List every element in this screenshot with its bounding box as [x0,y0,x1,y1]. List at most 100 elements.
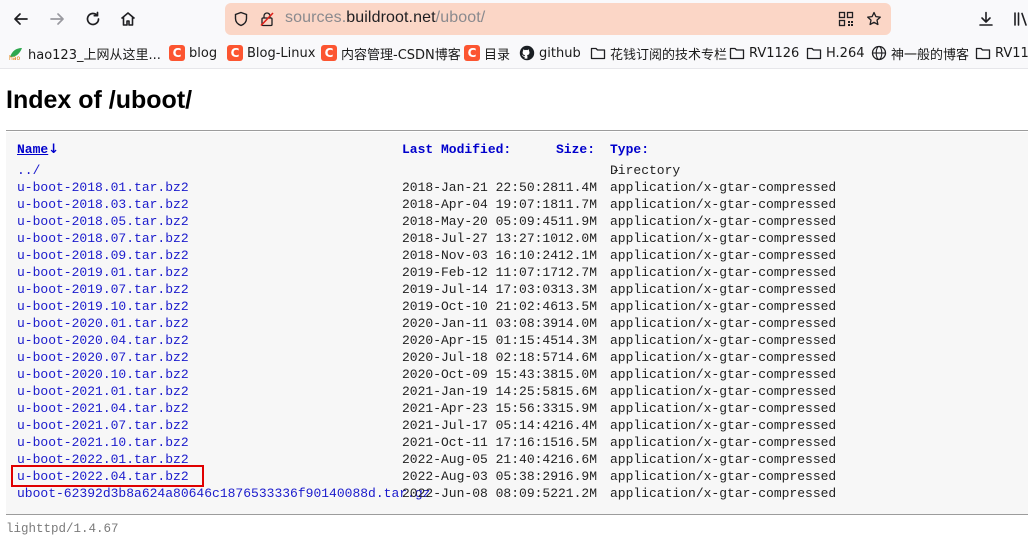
url-host: buildroot.net [346,9,436,26]
bookmark-rv1126[interactable]: RV1126 [729,44,799,62]
library-icon[interactable] [1008,6,1028,32]
file-modified: 2019-Feb-12 11:07:17 [402,265,559,280]
bookmark-toc[interactable]: C 目录 [464,44,510,63]
file-name[interactable]: u-boot-2020.04.tar.bz2 [17,333,189,348]
back-icon[interactable] [8,6,34,32]
bookmark-rv110[interactable]: RV110 [975,44,1028,62]
highlight-annotation [11,465,204,487]
file-name[interactable]: u-boot-2019.01.tar.bz2 [17,265,189,280]
shield-icon[interactable] [233,11,249,27]
bookmark-label: RV1126 [749,45,800,61]
file-size: 14.6M [557,350,597,365]
file-name-link[interactable]: u-boot-2021.07.tar.bz2 [17,418,189,433]
bookmark-label: blog [189,45,218,61]
file-name-link[interactable]: u-boot-2020.04.tar.bz2 [17,333,189,348]
file-name-link[interactable]: u-boot-2021.01.tar.bz2 [17,384,189,399]
file-modified: 2021-Jul-17 05:14:42 [402,418,559,433]
parent-dir-link[interactable]: ../ [17,163,40,178]
bookmark-label: Blog-Linux [247,45,316,61]
file-name-link[interactable]: u-boot-2019.01.tar.bz2 [17,265,189,280]
file-name[interactable]: u-boot-2021.04.tar.bz2 [17,401,189,416]
file-name[interactable]: uboot-62392d3b8a624a80646c1876533336f901… [17,486,430,501]
bookmark-csdn-content[interactable]: C 内容管理-CSDN博客 [321,44,461,63]
file-type: application/x-gtar-compressed [610,197,837,212]
folder-icon [806,45,822,61]
file-type: application/x-gtar-compressed [610,265,837,280]
globe-icon [871,45,887,61]
home-icon[interactable] [115,6,141,32]
bookmark-star-icon[interactable] [866,11,882,27]
file-size: 13.3M [557,282,597,297]
column-header-name[interactable]: Name↓ [17,142,59,157]
url-text[interactable]: sources.buildroot.net/uboot/ [285,9,485,27]
address-bar[interactable]: sources.buildroot.net/uboot/ [225,3,891,35]
folder-icon [975,45,991,61]
file-name-link[interactable]: u-boot-2018.07.tar.bz2 [17,231,189,246]
top-divider [6,130,1028,131]
file-name-link[interactable]: u-boot-2018.03.tar.bz2 [17,197,189,212]
file-size: 16.9M [557,469,597,484]
bookmark-h264[interactable]: H.264 [806,44,865,62]
file-name[interactable]: u-boot-2020.07.tar.bz2 [17,350,189,365]
qr-code-icon[interactable] [838,11,854,27]
file-name-link[interactable]: u-boot-2020.10.tar.bz2 [17,367,189,382]
file-name[interactable]: u-boot-2018.05.tar.bz2 [17,214,189,229]
file-name[interactable]: u-boot-2019.07.tar.bz2 [17,282,189,297]
file-modified: 2018-May-20 05:09:45 [402,214,559,229]
bookmark-github[interactable]: github [519,44,581,62]
file-name[interactable]: u-boot-2021.01.tar.bz2 [17,384,189,399]
file-name-link[interactable]: u-boot-2021.04.tar.bz2 [17,401,189,416]
file-name[interactable]: u-boot-2021.10.tar.bz2 [17,435,189,450]
file-name[interactable]: u-boot-2021.07.tar.bz2 [17,418,189,433]
folder-icon [590,45,606,61]
github-icon [519,45,535,61]
file-name[interactable]: u-boot-2019.10.tar.bz2 [17,299,189,314]
file-name-link[interactable]: u-boot-2019.07.tar.bz2 [17,282,189,297]
page-title: Index of /uboot/ [6,86,193,114]
hao123-icon: hao [8,45,24,61]
column-header-type[interactable]: Type: [610,142,649,157]
file-name-link[interactable]: u-boot-2020.01.tar.bz2 [17,316,189,331]
file-name[interactable]: u-boot-2018.01.tar.bz2 [17,180,189,195]
file-name-link[interactable]: u-boot-2019.10.tar.bz2 [17,299,189,314]
file-size: 15.6M [557,384,597,399]
file-size: 21.2M [557,486,597,501]
insecure-lock-icon[interactable] [259,11,275,27]
browser-toolbar: sources.buildroot.net/uboot/ [0,0,1028,38]
download-icon[interactable] [973,6,999,32]
file-type: application/x-gtar-compressed [610,180,837,195]
file-size: 16.6M [557,452,597,467]
bookmark-blog[interactable]: Cblog [169,44,217,62]
file-name-link[interactable]: u-boot-2021.10.tar.bz2 [17,435,189,450]
file-name[interactable]: u-boot-2020.10.tar.bz2 [17,367,189,382]
file-type: application/x-gtar-compressed [610,316,837,331]
bookmark-blog-linux[interactable]: C Blog-Linux [227,44,315,62]
file-name[interactable]: u-boot-2018.07.tar.bz2 [17,231,189,246]
file-modified: 2019-Jul-14 17:03:03 [402,282,559,297]
file-size: 12.0M [557,231,597,246]
forward-icon[interactable] [44,6,70,32]
file-name-link[interactable]: u-boot-2018.05.tar.bz2 [17,214,189,229]
file-name[interactable]: u-boot-2018.09.tar.bz2 [17,248,189,263]
parent-dir-link-link[interactable]: ../ [17,163,40,178]
column-header-modified[interactable]: Last Modified: [402,142,511,157]
file-name-link[interactable]: u-boot-2018.09.tar.bz2 [17,248,189,263]
file-name-link[interactable]: uboot-62392d3b8a624a80646c1876533336f901… [17,486,430,501]
file-modified: 2020-Jan-11 03:08:39 [402,316,559,331]
bookmark-hao123[interactable]: hao hao123_上网从这里... [8,44,161,63]
file-name-link[interactable]: u-boot-2020.07.tar.bz2 [17,350,189,365]
column-header-size[interactable]: Size: [556,142,595,157]
file-name[interactable]: u-boot-2018.03.tar.bz2 [17,197,189,212]
file-name-link[interactable]: u-boot-2018.01.tar.bz2 [17,180,189,195]
file-size: 14.0M [557,316,597,331]
file-name[interactable]: u-boot-2020.01.tar.bz2 [17,316,189,331]
bottom-divider [6,514,1028,515]
reload-icon[interactable] [80,6,106,32]
csdn-icon: C [464,45,480,61]
file-size: 12.1M [557,248,597,263]
bookmark-paid-columns[interactable]: 花钱订阅的技术专栏 [590,44,727,63]
file-size: 13.5M [557,299,597,314]
folder-icon [729,45,745,61]
bookmark-god-blog[interactable]: 神一般的博客 [871,44,969,63]
name-header-label: Name [17,142,49,157]
